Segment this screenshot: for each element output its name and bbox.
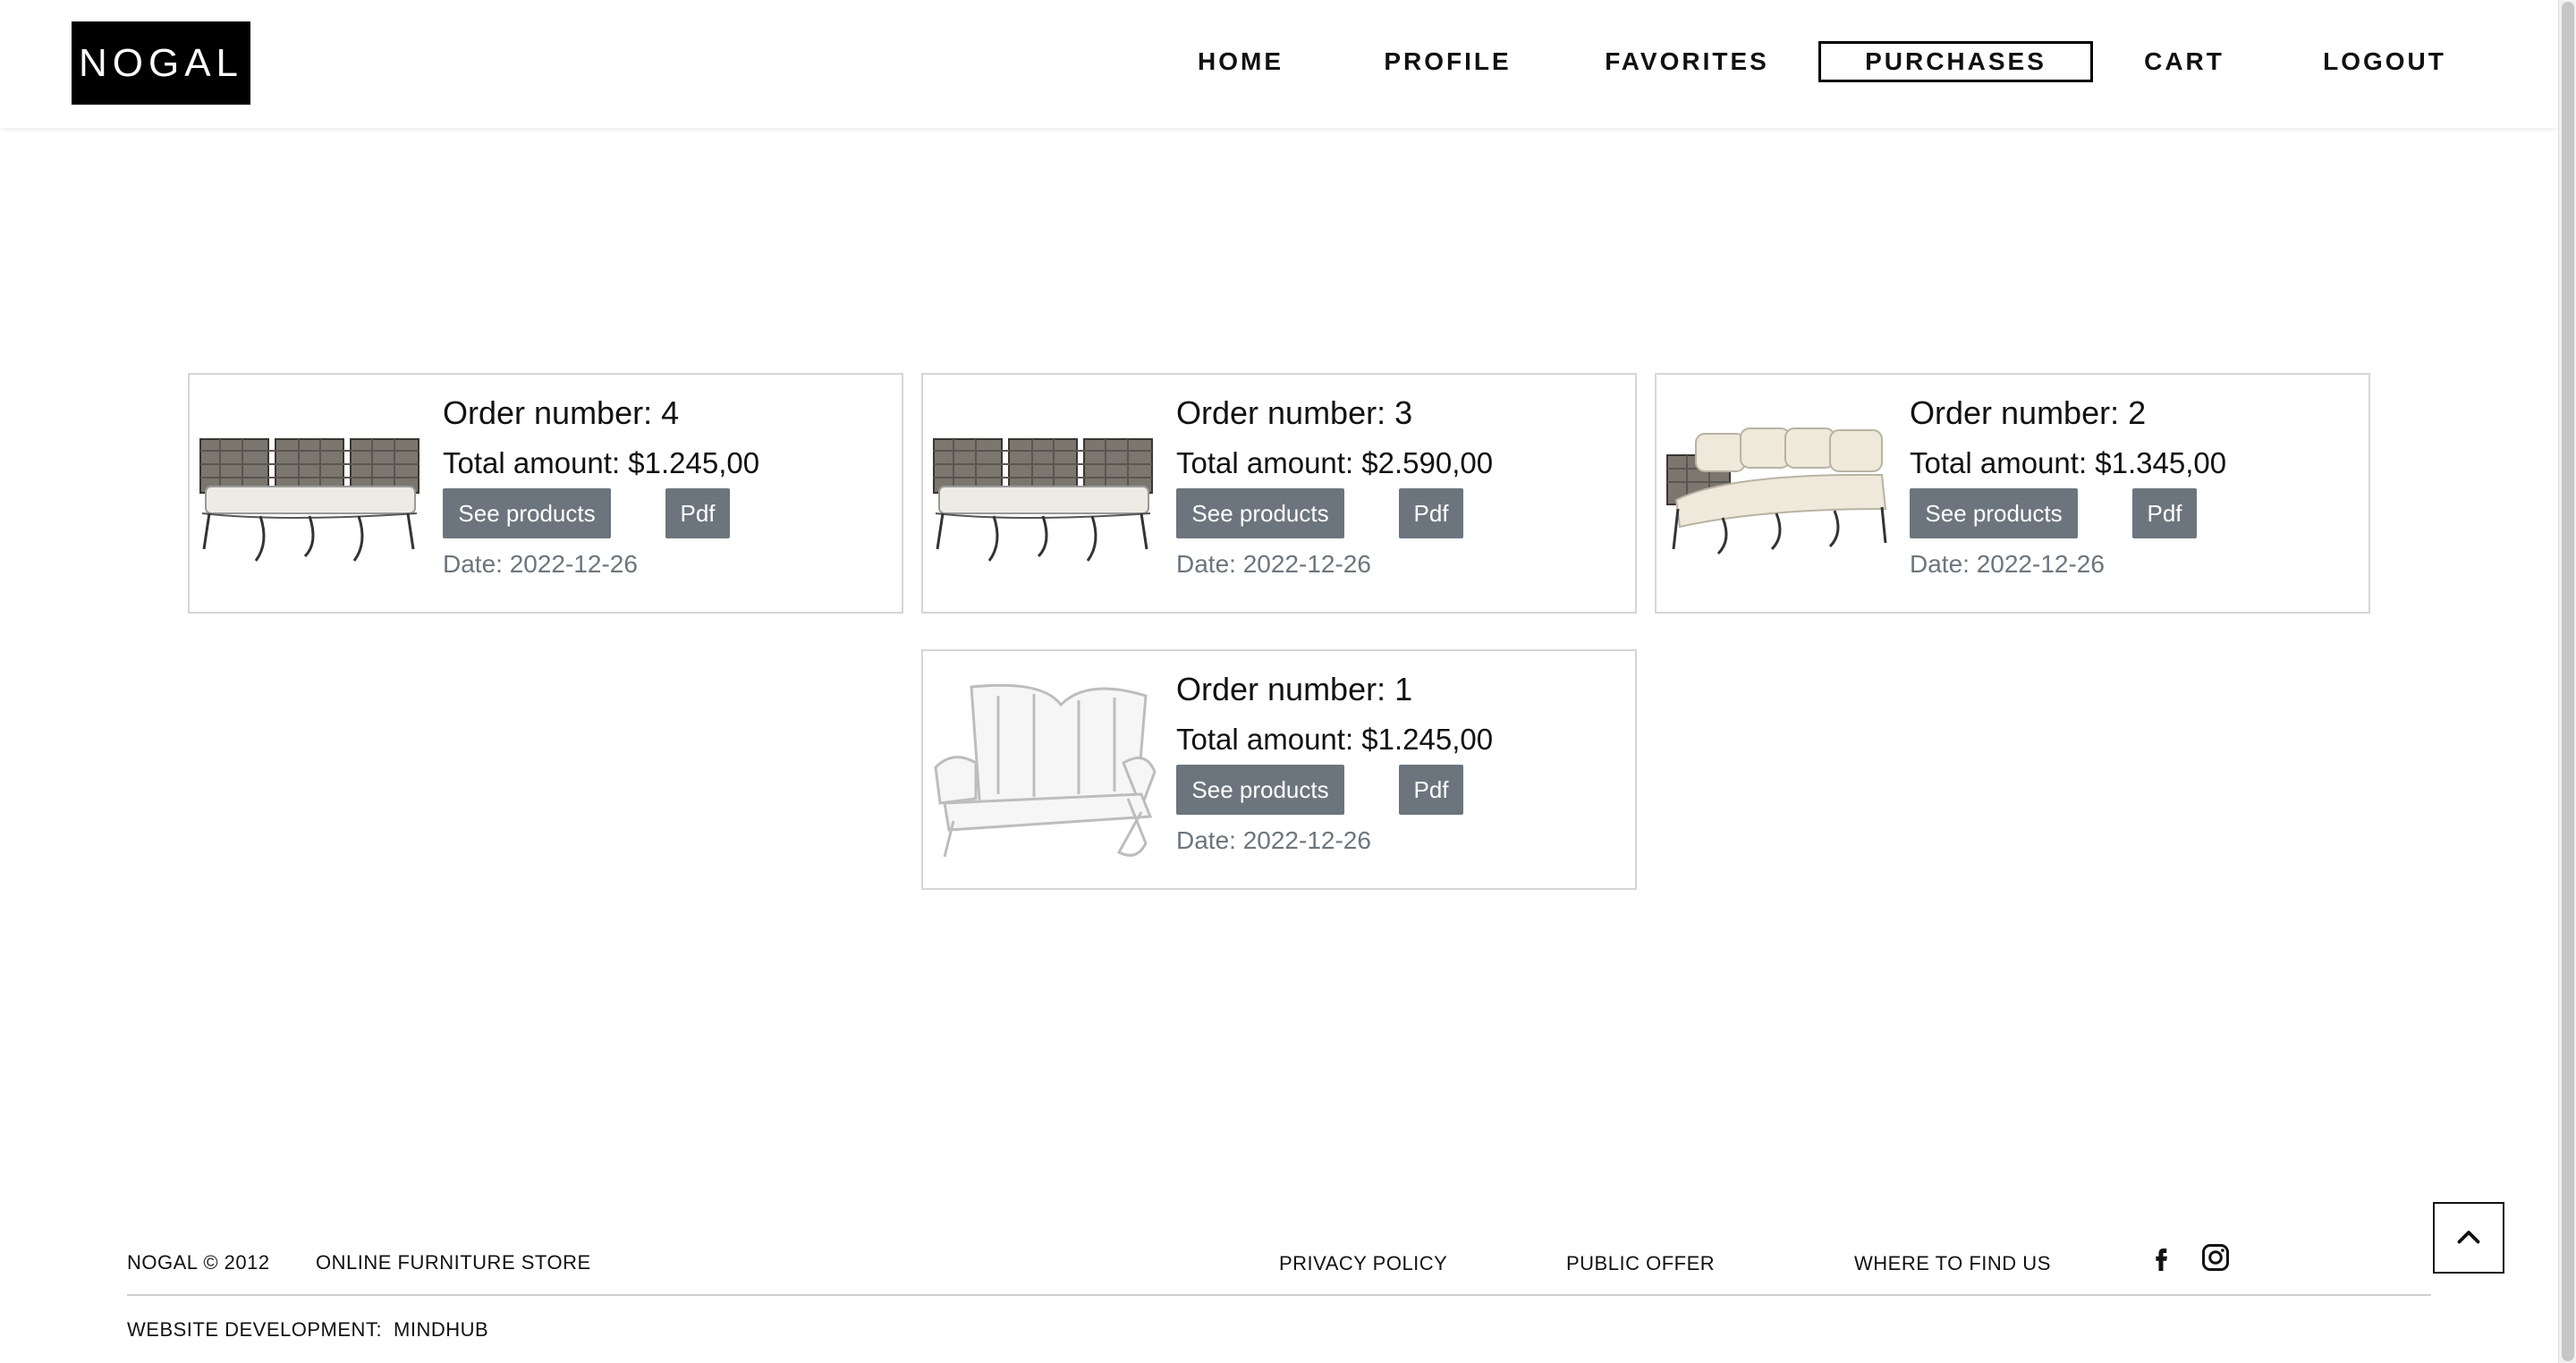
order-number: Order number: 2 — [1910, 394, 2147, 431]
instagram-icon — [2202, 1244, 2229, 1271]
footer-divider — [127, 1294, 2431, 1296]
instagram-link[interactable] — [2198, 1240, 2233, 1275]
order-date: Date: 2022-12-26 — [1176, 550, 1371, 578]
order-total: Total amount: $2.590,00 — [1176, 446, 1494, 479]
footer-dev-label: WEBSITE DEVELOPMENT: — [127, 1318, 383, 1341]
pdf-button[interactable]: Pdf — [1399, 765, 1463, 815]
footer-link-privacy-policy[interactable]: PRIVACY POLICY — [1279, 1252, 1447, 1275]
nav-profile[interactable]: PROFILE — [1383, 41, 1513, 82]
see-products-button[interactable]: See products — [1910, 488, 2078, 538]
pdf-button[interactable]: Pdf — [2132, 488, 2197, 538]
chevron-up-icon — [2457, 1231, 2480, 1244]
order-number: Order number: 4 — [443, 394, 680, 431]
vertical-scrollbar[interactable] — [2558, 0, 2576, 1363]
footer-link-where-to-find-us[interactable]: WHERE TO FIND US — [1854, 1252, 2051, 1275]
dark-wicker-sofa-image — [199, 438, 419, 562]
nav-logout[interactable]: LOGOUT — [2322, 41, 2447, 82]
brand-logo[interactable]: NOGAL — [72, 21, 250, 105]
see-products-button[interactable]: See products — [443, 488, 611, 538]
dark-wicker-sofa-image — [933, 438, 1153, 562]
order-card: Order number: 1 Total amount: $1.245,00 … — [921, 649, 1637, 890]
order-card: Order number: 4 Total amount: $1.245,00 … — [188, 373, 903, 614]
facebook-icon — [2156, 1249, 2167, 1271]
order-card: Order number: 2 Total amount: $1.345,00 … — [1655, 373, 2370, 614]
see-products-button[interactable]: See products — [1176, 488, 1344, 538]
footer-tagline: ONLINE FURNITURE STORE — [316, 1251, 591, 1274]
facebook-link[interactable] — [2143, 1240, 2179, 1275]
order-number: Order number: 1 — [1176, 671, 1413, 707]
footer-copyright: NOGAL © 2012 — [127, 1251, 270, 1274]
order-total: Total amount: $1.345,00 — [1910, 446, 2227, 479]
footer-link-public-offer[interactable]: PUBLIC OFFER — [1566, 1252, 1715, 1275]
order-total: Total amount: $1.245,00 — [1176, 723, 1494, 756]
nav-purchases[interactable]: PURCHASES — [1818, 41, 2093, 82]
nav-favorites[interactable]: FAVORITES — [1605, 41, 1767, 82]
order-total: Total amount: $1.245,00 — [443, 446, 760, 479]
site-header: NOGAL HOME PROFILE FAVORITES PURCHASES C… — [0, 0, 2558, 128]
nav-home[interactable]: HOME — [1182, 41, 1299, 82]
order-card: Order number: 3 Total amount: $2.590,00 … — [921, 373, 1637, 614]
corner-sofa-image — [1666, 428, 1887, 555]
order-number: Order number: 3 — [1176, 394, 1413, 431]
order-date: Date: 2022-12-26 — [1176, 826, 1371, 854]
back-to-top-button[interactable] — [2433, 1202, 2504, 1274]
white-wire-loveseat-image — [934, 683, 1157, 858]
scrollbar-thumb[interactable] — [2562, 2, 2574, 1361]
nav-cart[interactable]: CART — [2140, 41, 2229, 82]
order-date: Date: 2022-12-26 — [1910, 550, 2105, 578]
footer-dev-link[interactable]: MINDHUB — [394, 1318, 488, 1342]
see-products-button[interactable]: See products — [1176, 765, 1344, 815]
pdf-button[interactable]: Pdf — [1399, 488, 1463, 538]
order-date: Date: 2022-12-26 — [443, 550, 638, 578]
pdf-button[interactable]: Pdf — [665, 488, 730, 538]
